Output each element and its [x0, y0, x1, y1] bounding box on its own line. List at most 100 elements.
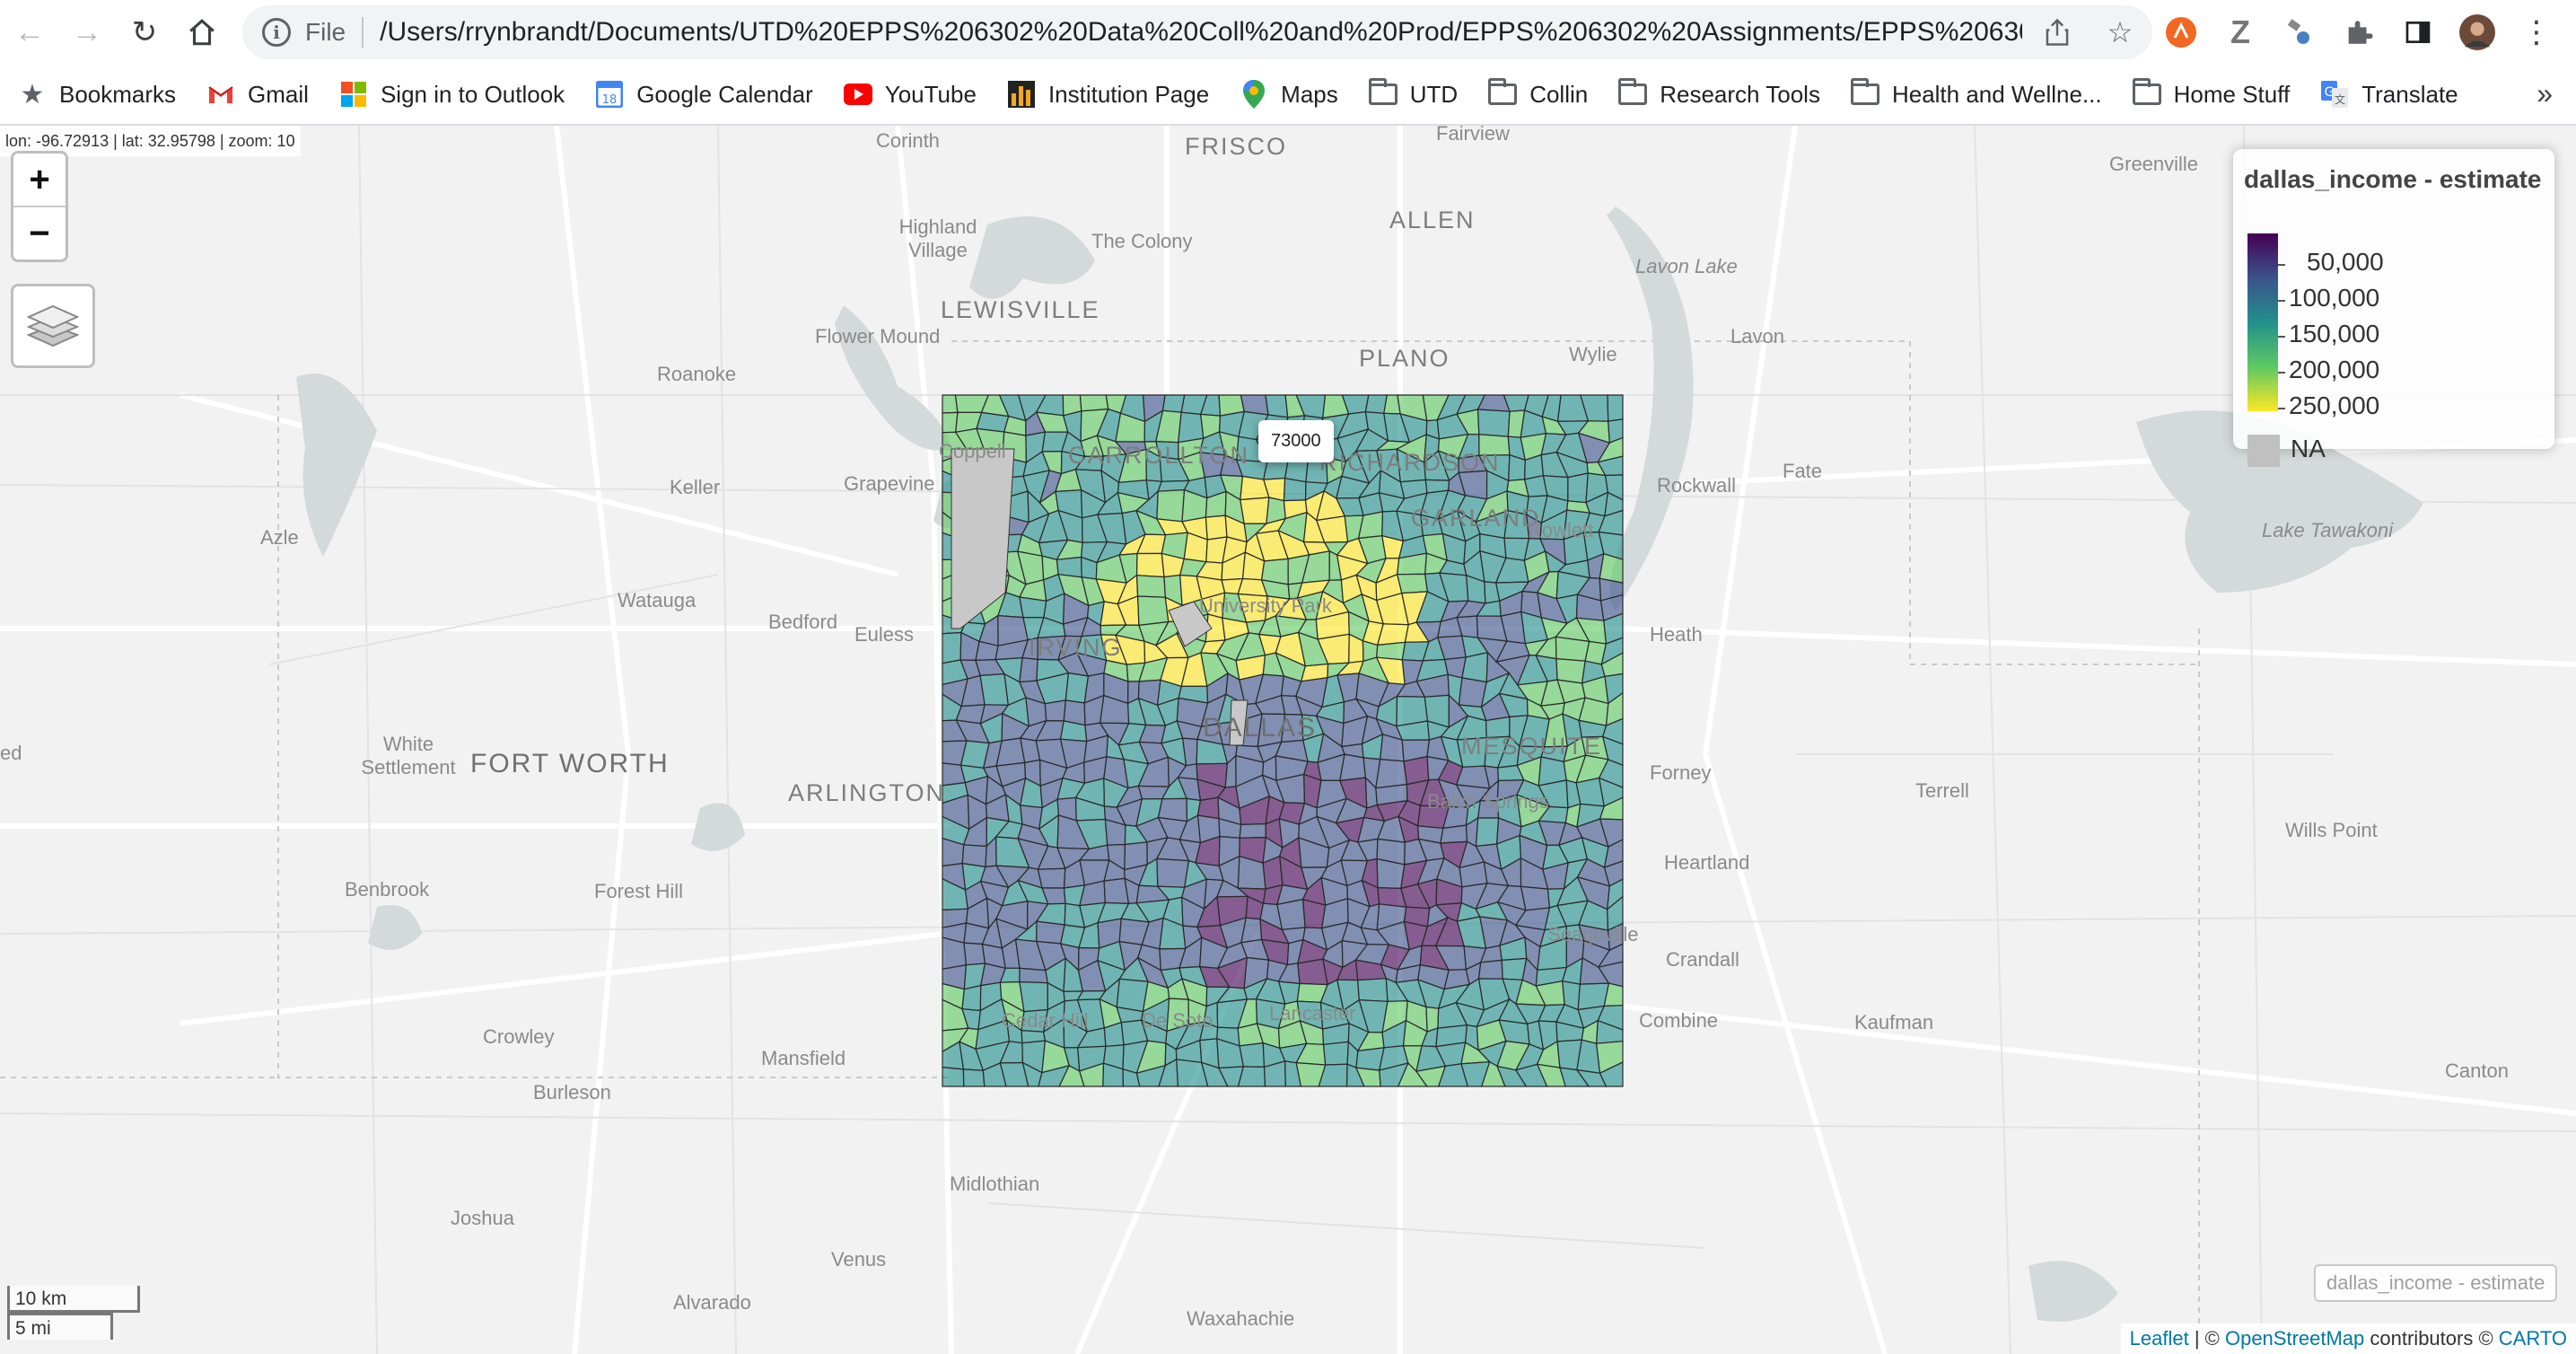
census-tract[interactable] — [1205, 514, 1228, 541]
bookmark-translate[interactable]: G文 Translate — [2320, 80, 2458, 109]
bookmark-google-calendar[interactable]: 18 Google Calendar — [595, 80, 813, 109]
census-tract[interactable] — [1037, 867, 1066, 889]
census-tract[interactable] — [1477, 959, 1503, 980]
census-tract[interactable] — [1019, 980, 1048, 1013]
bookmarks-overflow-button[interactable]: » — [2537, 77, 2553, 110]
osm-link[interactable]: OpenStreetMap — [2225, 1327, 2364, 1350]
bookmark-bookmarks[interactable]: ★ Bookmarks — [18, 80, 177, 110]
census-tract[interactable] — [1156, 857, 1190, 888]
chart-icon — [1007, 80, 1036, 109]
census-tract[interactable] — [942, 411, 959, 434]
census-tract[interactable] — [1237, 1066, 1266, 1087]
census-tract[interactable] — [1461, 651, 1489, 683]
menu-kebab-icon[interactable]: ⋮ — [2519, 14, 2554, 50]
carto-link[interactable]: CARTO — [2499, 1327, 2567, 1350]
satellite-extension-icon[interactable] — [2282, 14, 2318, 50]
census-tract[interactable] — [1607, 394, 1624, 422]
url-text[interactable]: /Users/rrynbrandt/Documents/UTD%20EPPS%2… — [380, 17, 2022, 48]
census-tract[interactable] — [1520, 885, 1551, 911]
census-tract[interactable] — [1567, 472, 1589, 504]
forward-icon[interactable]: → — [61, 6, 113, 58]
adblock-extension-icon[interactable] — [2163, 14, 2199, 50]
census-tract[interactable] — [1339, 753, 1367, 782]
census-tract[interactable] — [1475, 817, 1500, 848]
back-icon[interactable]: ← — [4, 6, 56, 58]
census-tract[interactable] — [1156, 488, 1186, 523]
census-tract[interactable] — [1135, 575, 1166, 598]
census-tract[interactable] — [1044, 699, 1066, 722]
census-tract[interactable] — [961, 984, 982, 1012]
census-tract[interactable] — [1019, 596, 1047, 619]
census-tract[interactable] — [1322, 1041, 1349, 1066]
legend-na-label: NA — [2291, 435, 2326, 462]
census-tract[interactable] — [1375, 758, 1408, 789]
census-tract[interactable] — [1136, 595, 1170, 627]
leaflet-link[interactable]: Leaflet — [2130, 1327, 2189, 1350]
place-label: Heartland — [1664, 851, 1750, 874]
place-label: Bedford — [768, 611, 838, 633]
home-icon[interactable] — [176, 6, 228, 58]
census-tract[interactable] — [1283, 477, 1307, 502]
census-tract[interactable] — [1508, 453, 1526, 481]
bookmark-outlook[interactable]: Sign in to Outlook — [339, 80, 565, 109]
census-tract[interactable] — [1240, 497, 1270, 524]
zotero-extension-icon[interactable]: Z — [2222, 13, 2258, 50]
census-tract[interactable] — [1376, 641, 1406, 661]
bookmark-gmail[interactable]: Gmail — [206, 80, 309, 109]
census-tract[interactable] — [1265, 394, 1289, 418]
svg-text:18: 18 — [602, 93, 618, 107]
place-label: Seagoville — [1547, 923, 1639, 945]
share-icon[interactable] — [2041, 16, 2073, 48]
info-icon[interactable]: i — [262, 18, 291, 47]
census-tract[interactable] — [1599, 552, 1624, 584]
layers-control-button[interactable] — [11, 284, 95, 368]
bookmark-folder-research-tools[interactable]: Research Tools — [1618, 78, 1820, 109]
census-tract[interactable] — [942, 631, 962, 664]
census-tract[interactable] — [1135, 552, 1165, 578]
census-tract[interactable] — [1079, 394, 1109, 412]
bookmark-maps[interactable]: Maps — [1240, 80, 1338, 109]
legend-label: 150,000 — [2289, 320, 2380, 347]
census-tract[interactable] — [1019, 967, 1048, 984]
bookmark-folder-home-stuff[interactable]: Home Stuff — [2132, 78, 2290, 109]
leaflet-map[interactable]: Corinth FRISCO Fairview Greenville Highl… — [0, 126, 2576, 1354]
legend-label: 200,000 — [2289, 356, 2380, 383]
place-label: ARLINGTON — [788, 779, 946, 806]
zoom-out-button[interactable]: − — [13, 207, 66, 259]
census-tract[interactable] — [1425, 1006, 1440, 1033]
bookmark-folder-health[interactable]: Health and Wellne... — [1850, 78, 2102, 109]
census-tract[interactable] — [1376, 857, 1406, 890]
side-panel-icon[interactable] — [2400, 14, 2436, 50]
star-icon[interactable]: ☆ — [2104, 16, 2136, 48]
map-tooltip: 73000 — [1258, 420, 1334, 462]
census-tract[interactable] — [1555, 657, 1586, 684]
reload-icon[interactable]: ↻ — [118, 6, 171, 58]
census-tract[interactable] — [1396, 573, 1428, 594]
profile-avatar[interactable] — [2459, 14, 2495, 50]
puzzle-extensions-icon[interactable] — [2341, 14, 2377, 50]
map-attribution: Leaflet | © OpenStreetMap contributors ©… — [2120, 1323, 2576, 1354]
census-tract[interactable] — [1357, 978, 1389, 1002]
census-tract[interactable] — [1239, 822, 1266, 839]
zoom-in-button[interactable]: + — [13, 154, 66, 207]
bookmark-label: Institution Page — [1047, 80, 1210, 108]
bookmark-institution-page[interactable]: Institution Page — [1007, 80, 1209, 109]
census-tract[interactable] — [942, 936, 968, 971]
bookmark-folder-collin[interactable]: Collin — [1488, 78, 1588, 109]
census-tract[interactable] — [979, 673, 1009, 706]
census-tract[interactable] — [1239, 1042, 1266, 1068]
census-tract[interactable] — [1178, 411, 1205, 444]
census-tract[interactable] — [1036, 920, 1065, 945]
census-tract[interactable] — [1276, 898, 1306, 930]
census-tract[interactable] — [963, 942, 986, 966]
census-tract[interactable] — [1555, 636, 1590, 662]
census-tract[interactable] — [942, 1066, 965, 1087]
bookmark-youtube[interactable]: YouTube — [843, 80, 977, 109]
census-tract[interactable] — [1440, 824, 1468, 844]
bookmark-folder-utd[interactable]: UTD — [1368, 78, 1458, 109]
census-tract[interactable] — [962, 1068, 986, 1087]
place-label: Greenville — [2109, 153, 2199, 175]
census-tract[interactable] — [1364, 394, 1389, 414]
census-tract[interactable] — [1476, 409, 1511, 437]
address-bar[interactable]: i File /Users/rrynbrandt/Documents/UTD%2… — [242, 5, 2152, 59]
